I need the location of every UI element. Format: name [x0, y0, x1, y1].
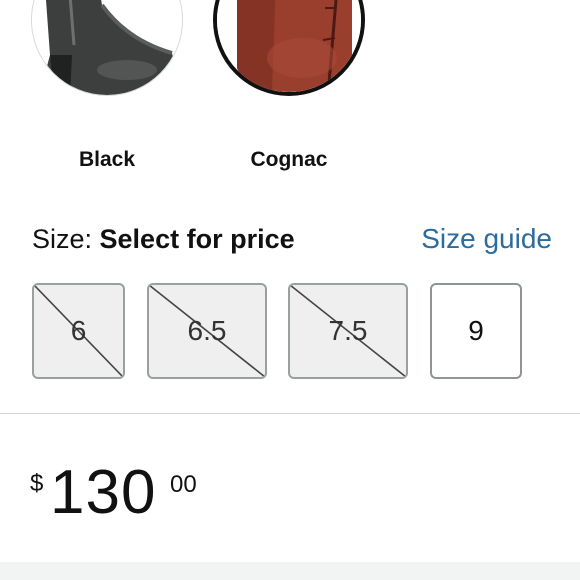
- size-prefix-text: Size:: [32, 224, 100, 254]
- color-label-black: Black: [78, 148, 136, 171]
- size-option-9[interactable]: 9: [430, 283, 522, 379]
- size-option-6[interactable]: 6: [32, 283, 125, 379]
- size-option-label: 6: [70, 315, 87, 346]
- color-swatch-black[interactable]: [31, 0, 183, 96]
- price-whole: 130: [50, 458, 157, 527]
- cognac-boot-image: [217, 0, 361, 92]
- size-option-label: 7.5: [328, 315, 368, 346]
- color-label-cognac: Cognac: [250, 148, 328, 171]
- price-fraction: 00: [170, 471, 197, 498]
- price-currency-symbol: $: [30, 470, 44, 497]
- size-selected-value: Select for price: [99, 224, 295, 254]
- color-swatch-cognac[interactable]: [213, 0, 365, 96]
- size-option-label: 9: [468, 315, 484, 346]
- size-guide-link[interactable]: Size guide: [421, 223, 552, 255]
- black-boot-image: [32, 0, 182, 95]
- size-header: Size: Select for price Size guide: [32, 222, 552, 262]
- bottom-section-edge: [0, 562, 580, 580]
- size-option-7-5[interactable]: 7.5: [288, 283, 408, 379]
- size-option-label: 6.5: [187, 315, 227, 346]
- size-option-6-5[interactable]: 6.5: [147, 283, 267, 379]
- size-label: Size: Select for price: [32, 224, 295, 255]
- section-divider: [0, 413, 580, 414]
